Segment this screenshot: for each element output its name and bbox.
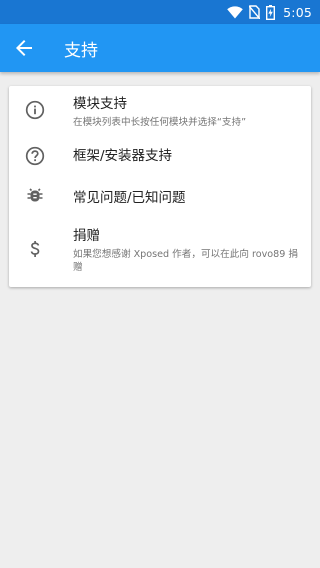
support-item-faq[interactable]: 常见问题/已知问题 [9,174,311,216]
support-card: 模块支持 在模块列表中长按任何模块并选择“支持” 框架/安装器支持 常见问题/已… [9,86,311,287]
help-icon [25,146,45,166]
arrow-back-icon [16,40,32,56]
support-item-framework[interactable]: 框架/安装器支持 [9,132,311,174]
support-item-title: 常见问题/已知问题 [73,190,186,206]
support-item-summary: 在模块列表中长按任何模块并选择“支持” [73,117,247,128]
page-title: 支持 [64,40,98,61]
bug-icon [25,185,45,205]
support-item-donate[interactable]: 捐赠 如果您想感谢 Xposed 作者，可以在此向 rovo89 捐赠 [9,216,311,287]
status-bar: 5:05 [0,0,320,24]
wifi-icon [227,5,243,19]
support-item-title: 捐赠 [73,228,100,244]
info-icon [25,100,45,120]
support-item-title: 模块支持 [73,96,127,112]
support-item-title: 框架/安装器支持 [73,148,173,164]
no-sim-icon [249,5,261,19]
support-item-module[interactable]: 模块支持 在模块列表中长按任何模块并选择“支持” [9,86,311,132]
app-toolbar: 支持 [0,24,320,72]
battery-charging-icon [266,4,276,20]
status-time: 5:05 [283,4,312,20]
dollar-icon [25,239,45,259]
back-button[interactable] [0,24,48,72]
support-item-summary: 如果您想感谢 Xposed 作者，可以在此向 rovo89 捐赠 [73,249,298,273]
